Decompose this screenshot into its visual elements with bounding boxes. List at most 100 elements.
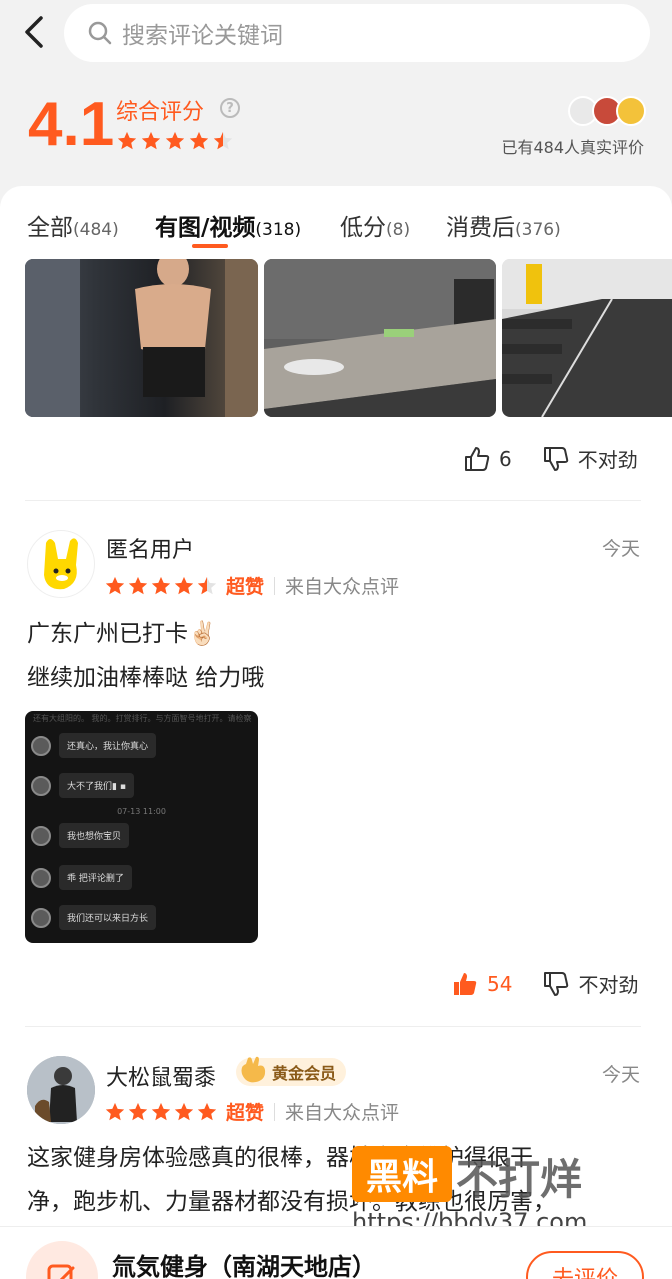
star-icon (151, 576, 171, 594)
star-icon (197, 1102, 217, 1120)
star-icon (128, 576, 148, 594)
chat-bubble: 大不了我们▮ ▪ (59, 773, 134, 798)
star-icon (189, 131, 209, 150)
dislike-label: 不对劲 (578, 973, 639, 997)
review-photo-chat-screenshot[interactable]: 还有大组阳的。 我的。打赏排行。与方面智号地打开。请检察 还真心，我让你真心 大… (25, 711, 258, 943)
shop-name[interactable]: 氚気健身（南湖天地店） (112, 1247, 376, 1279)
photo-person-shape (25, 259, 258, 417)
separator (274, 576, 276, 595)
search-placeholder: 搜索评论关键词 (122, 23, 283, 49)
tab-after-purchase[interactable]: 消费后(376) (446, 208, 561, 242)
thumbs-down-icon (544, 971, 569, 996)
username[interactable]: 大松鼠蜀黍 (106, 1060, 216, 1092)
review-photo[interactable] (502, 259, 672, 417)
tab-count: (8) (386, 220, 411, 240)
pencil-icon (47, 1264, 75, 1279)
filter-tabs: 全部(484) 有图/视频(318) 低分(8) 消费后(376) (0, 186, 672, 258)
tab-count: (484) (73, 220, 119, 240)
chat-header-text: 还有大组阳的。 我的。打赏排行。与方面智号地打开。请检察 (33, 714, 252, 723)
like-button[interactable]: 54 (451, 970, 512, 998)
like-button[interactable]: 6 (463, 445, 512, 473)
chat-avatar (31, 867, 51, 888)
divider (25, 1026, 641, 1027)
like-count: 54 (487, 971, 513, 996)
dislike-label: 不对劲 (577, 448, 638, 472)
shop-icon (26, 1241, 98, 1279)
separator (274, 1102, 276, 1121)
total-reviews: 已有484人真实评价 (501, 138, 644, 157)
divider (25, 500, 641, 501)
chat-bubble: 还真心，我让你真心 (59, 733, 157, 758)
reviews-panel: 全部(484) 有图/视频(318) 低分(8) 消费后(376) 6 不对劲 … (0, 186, 672, 1279)
review-photo[interactable] (25, 259, 258, 417)
star-icon (151, 1102, 171, 1120)
chat-avatar (31, 735, 51, 756)
photo-bathroom-shape (264, 259, 496, 417)
rating-summary: 4.1 综合评分 ? 已有484人真实评价 (0, 78, 672, 182)
review-stars (104, 575, 218, 597)
star-icon (174, 576, 194, 594)
like-count: 6 (499, 446, 512, 471)
badge-label: 黄金会员 (272, 1064, 337, 1083)
search-input[interactable]: 搜索评论关键词 (64, 4, 650, 62)
chat-message: 我也想你宝贝 (31, 823, 130, 848)
tab-with-media[interactable]: 有图/视频(318) (155, 208, 301, 242)
help-icon[interactable]: ? (220, 98, 240, 118)
avatar[interactable] (27, 1056, 95, 1124)
star-icon (128, 1102, 148, 1120)
dislike-button[interactable]: 不对劲 (542, 444, 638, 473)
review-source: 来自大众点评 (285, 576, 400, 598)
user-photo-avatar-icon (27, 1056, 95, 1124)
active-tab-indicator (192, 244, 228, 248)
review-photo[interactable] (264, 259, 496, 417)
chat-avatar (31, 775, 51, 796)
star-icon (213, 131, 233, 150)
tab-label: 有图/视频 (155, 215, 256, 241)
review-stars (104, 1101, 218, 1123)
tab-label: 全部 (27, 215, 73, 241)
chat-message: 乖 把评论删了 (31, 865, 132, 890)
review-rating: 超赞 来自大众点评 (104, 1098, 399, 1125)
review-photos (25, 259, 672, 417)
chat-message: 还真心，我让你真心 (31, 733, 157, 758)
review-date: 今天 (601, 538, 640, 560)
chat-message: 大不了我们▮ ▪ (31, 773, 134, 798)
chat-bubble: 乖 把评论删了 (59, 865, 132, 890)
avatar[interactable] (27, 530, 95, 598)
thumbs-down-icon (543, 446, 568, 471)
dislike-button[interactable]: 不对劲 (542, 969, 638, 998)
review-actions: 54 不对劲 (451, 969, 638, 998)
thumbs-up-filled-icon (454, 972, 477, 995)
review-date: 今天 (601, 1064, 640, 1086)
rating-word: 超赞 (226, 576, 265, 598)
review-text-line: 广东广州已打卡✌🏻 (27, 621, 217, 647)
search-icon (88, 21, 112, 45)
tab-count: (318) (255, 220, 302, 240)
overall-score: 4.1 (28, 90, 115, 159)
back-button[interactable] (16, 12, 52, 52)
chat-bubble: 我们还可以来日方长 (59, 905, 157, 930)
star-icon (117, 131, 137, 150)
review-rating: 超赞 来自大众点评 (104, 572, 399, 599)
back-arrow-icon (25, 16, 43, 48)
watermark-text: 不打烊 (456, 1155, 583, 1204)
member-badge: 黄金会员 (236, 1056, 347, 1086)
write-review-button[interactable]: 去评价 (526, 1251, 644, 1279)
tab-low-score[interactable]: 低分(8) (340, 208, 410, 242)
chat-message: 我们还可以来日方长 (31, 905, 157, 930)
username[interactable]: 匿名用户 (106, 532, 194, 564)
photo-gym-shape (502, 259, 672, 417)
tab-count: (376) (515, 220, 561, 240)
mascot-avatar-icon (44, 538, 78, 590)
avatar (616, 96, 646, 126)
review-text-line: 继续加油棒棒哒 给力哦 (27, 665, 265, 691)
top-bar: 搜索评论关键词 (0, 0, 672, 70)
bottom-bar: 氚気健身（南湖天地店） 去评价 (0, 1226, 672, 1279)
review-actions: 6 不对劲 (463, 444, 638, 473)
reviewer-avatars (568, 96, 646, 126)
rating-word: 超赞 (226, 1102, 265, 1124)
thumbs-up-icon (465, 446, 490, 471)
tab-all[interactable]: 全部(484) (27, 208, 119, 242)
chat-time: 07-13 11:00 (117, 807, 166, 816)
watermark: 黑料 不打烊 (352, 1146, 632, 1216)
